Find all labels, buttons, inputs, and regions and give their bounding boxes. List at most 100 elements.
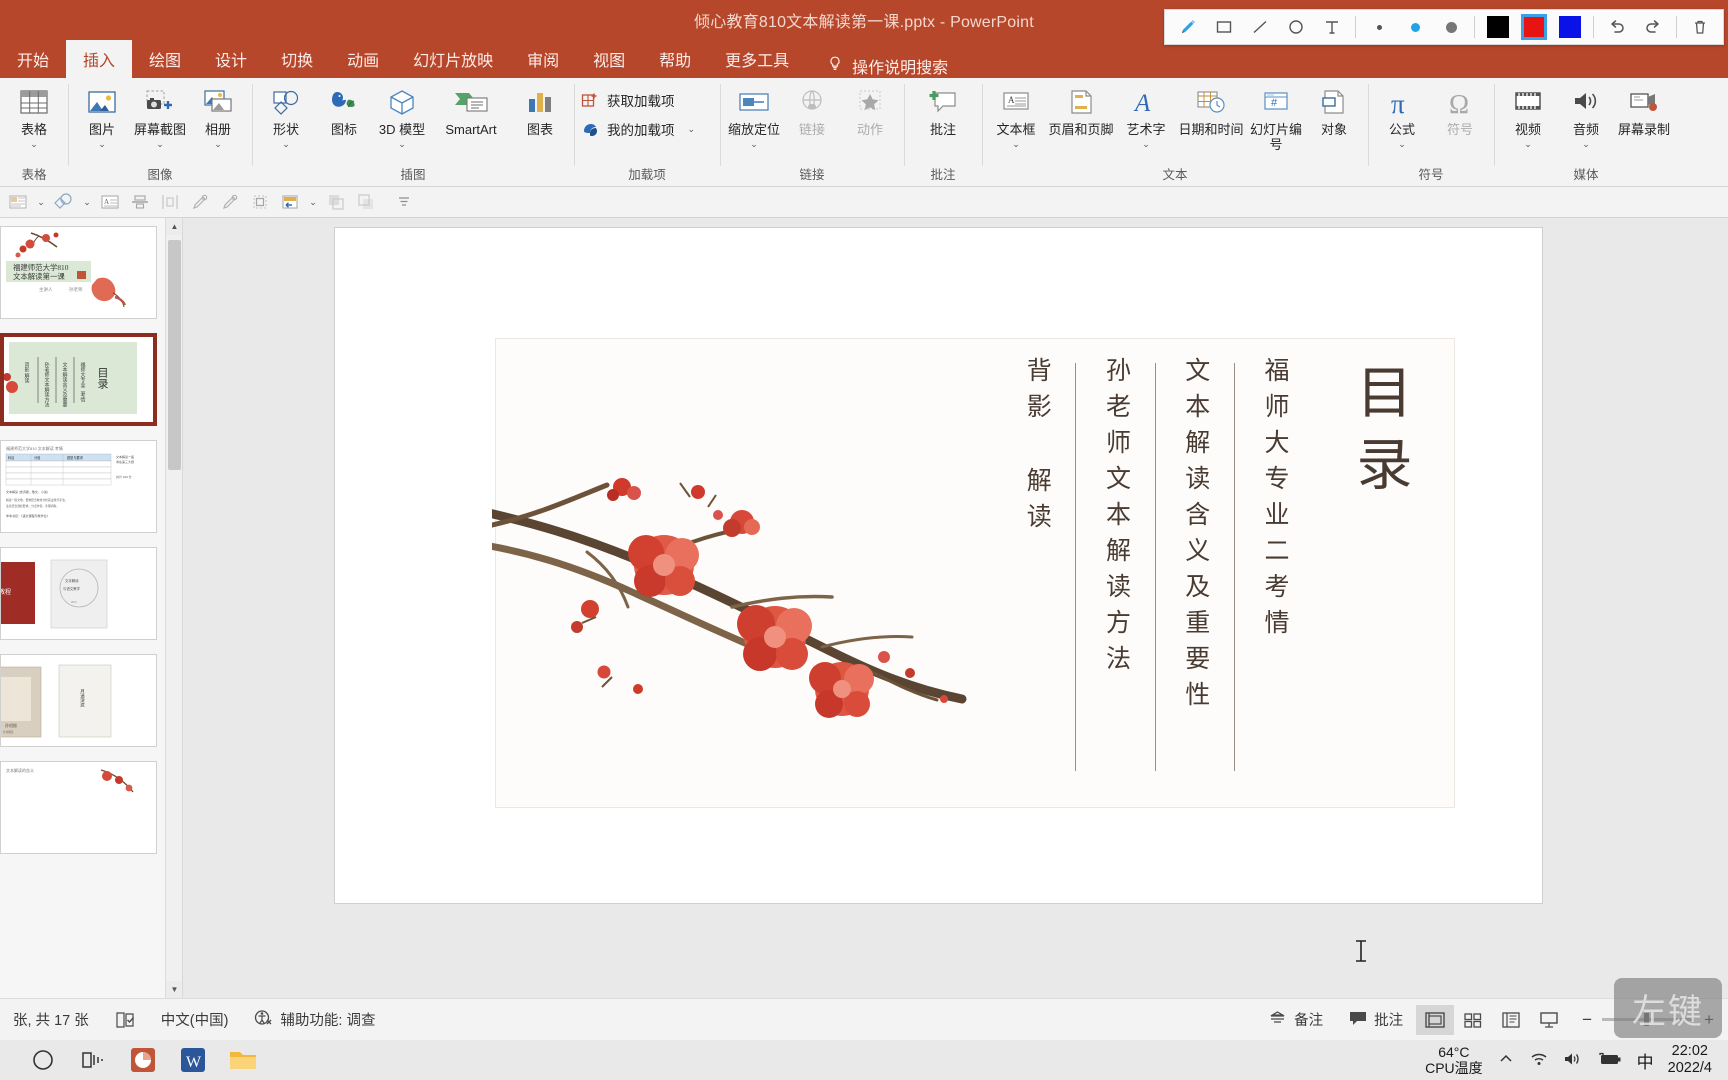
photo-album-button[interactable]: 相册 ⌄ — [190, 83, 246, 149]
tab-shitu[interactable]: 视图 — [576, 40, 642, 78]
tab-more-tools[interactable]: 更多工具 — [708, 40, 806, 78]
tab-slideshow[interactable]: 幻灯片放映 — [396, 40, 510, 78]
chevron-down-icon[interactable]: ⌄ — [1012, 140, 1020, 149]
more-commands-icon[interactable] — [390, 189, 418, 215]
chevron-down-icon[interactable]: ⌄ — [98, 140, 106, 149]
insert-table-button[interactable]: 表格 ⌄ — [6, 83, 62, 149]
ime-indicator[interactable]: 中 — [1637, 1048, 1654, 1073]
distribute-icon[interactable] — [156, 189, 184, 215]
insert-icons-button[interactable]: 图标 — [316, 83, 372, 137]
chevron-down-icon[interactable]: ⌄ — [214, 140, 222, 149]
screenshot-button[interactable]: 屏幕截图 ⌄ — [132, 83, 188, 149]
header-footer-button[interactable]: 页眉和页脚 — [1046, 83, 1116, 137]
chevron-down-icon[interactable]: ⌄ — [34, 189, 48, 215]
color-swatch-red[interactable] — [1517, 12, 1551, 42]
insert-object-button[interactable]: 对象 — [1306, 83, 1362, 137]
stroke-size-medium[interactable] — [1398, 12, 1432, 42]
replace-icon[interactable] — [276, 189, 304, 215]
toc-column-2[interactable]: 文本解读含义及重要性 — [1156, 357, 1234, 717]
text-icon[interactable] — [1315, 12, 1349, 42]
redo-icon[interactable] — [1636, 12, 1670, 42]
chevron-down-icon[interactable]: ⌄ — [398, 140, 406, 149]
text-format-icon[interactable]: A — [96, 189, 124, 215]
toc-column-4[interactable]: 背影 解读 — [997, 357, 1075, 539]
word-icon[interactable]: W — [170, 1041, 216, 1079]
ribbon-tabs[interactable]: 开始 插入 绘图 设计 切换 动画 幻灯片放映 审阅 视图 帮助 更多工具 操作… — [0, 40, 1728, 78]
insert-placeholder-icon[interactable] — [4, 189, 32, 215]
stroke-size-small[interactable] — [1362, 12, 1396, 42]
chevron-down-icon[interactable]: ⌄ — [750, 140, 758, 149]
send-back-icon[interactable] — [352, 189, 380, 215]
slide-number-button[interactable]: # 幻灯片编号 — [1248, 83, 1304, 152]
pen-icon[interactable] — [1171, 12, 1205, 42]
slide-thumbnail-4[interactable]: 论教程 文本解读 与语文教学 2015 — [0, 547, 170, 640]
thumbnail-scrollbar[interactable]: ▲ ▼ — [165, 218, 182, 998]
screen-recording-button[interactable]: 屏幕录制 — [1616, 83, 1672, 137]
slide-thumbnail-panel[interactable]: 福建师范大学810 文本解读第一课 主讲人 孙老师 目录 福师大专业二考情 文本… — [0, 218, 183, 998]
tab-huitu[interactable]: 绘图 — [132, 40, 198, 78]
scroll-up-arrow[interactable]: ▲ — [166, 218, 182, 235]
select-objects-icon[interactable] — [246, 189, 274, 215]
windows-taskbar[interactable]: W 64°C CPU温度 中 22:02 2022/4 — [0, 1040, 1728, 1080]
insert-audio-button[interactable]: 音频 ⌄ — [1558, 83, 1614, 149]
insert-link-button[interactable]: 链接 — [784, 83, 840, 137]
tab-shenyue[interactable]: 审阅 — [510, 40, 576, 78]
chevron-down-icon[interactable]: ⌄ — [306, 189, 320, 215]
chevron-down-icon[interactable]: ⌄ — [282, 140, 290, 149]
accessibility-status[interactable]: 辅助功能: 调查 — [241, 1008, 388, 1031]
tab-qiehuan[interactable]: 切换 — [264, 40, 330, 78]
insert-chart-button[interactable]: 图表 — [512, 83, 568, 137]
chevron-down-icon[interactable]: ⌄ — [1142, 140, 1150, 149]
toc-column-1[interactable]: 福师大专业二考情 — [1235, 357, 1313, 645]
slide-thumbnail-1[interactable]: 福建师范大学810 文本解读第一课 主讲人 孙老师 — [0, 226, 170, 319]
slide-canvas-pane[interactable]: 背影 解读 孙老师文本解读方法 文本解读含义及重要性 福师大专业二考情 目录 — [183, 218, 1728, 998]
insert-smartart-button[interactable]: SmartArt — [432, 83, 510, 137]
view-slide-sorter-button[interactable] — [1454, 1005, 1492, 1035]
language-status[interactable]: 中文(中国) — [148, 1009, 242, 1030]
slide-thumbnail-6[interactable]: 文本解读的含义 — [0, 761, 170, 854]
insert-video-button[interactable]: 视频 ⌄ — [1500, 83, 1556, 149]
chevron-down-icon[interactable]: ⌄ — [688, 125, 696, 134]
insert-textbox-button[interactable]: A 文本框 ⌄ — [988, 83, 1044, 149]
eyedropper-alt-icon[interactable] — [216, 189, 244, 215]
current-slide[interactable]: 背影 解读 孙老师文本解读方法 文本解读含义及重要性 福师大专业二考情 目录 — [335, 228, 1542, 903]
zoom-locate-button[interactable]: 缩放定位 ⌄ — [726, 83, 782, 149]
insert-picture-button[interactable]: 图片 ⌄ — [74, 83, 130, 149]
wordart-button[interactable]: A 艺术字 ⌄ — [1118, 83, 1174, 149]
chevron-down-icon[interactable]: ⌄ — [1398, 140, 1406, 149]
taskbar-clock[interactable]: 22:02 2022/4 — [1668, 1043, 1712, 1077]
tell-me-search[interactable]: 操作说明搜索 — [806, 54, 948, 78]
tab-charu[interactable]: 插入 — [66, 40, 133, 78]
get-addins-button[interactable]: 获取加载项 — [580, 90, 699, 110]
zoom-out-button[interactable]: − — [1582, 1010, 1592, 1030]
ellipse-icon[interactable] — [1279, 12, 1313, 42]
color-swatch-blue[interactable] — [1553, 12, 1587, 42]
symbol-button[interactable]: Ω 符号 — [1432, 83, 1488, 137]
cortana-icon[interactable] — [20, 1041, 66, 1079]
tab-sheji[interactable]: 设计 — [198, 40, 264, 78]
color-swatch-black[interactable] — [1481, 12, 1515, 42]
insert-3d-model-button[interactable]: 3D 模型 ⌄ — [374, 83, 430, 149]
wifi-icon[interactable] — [1529, 1051, 1549, 1070]
notes-button[interactable]: 备注 — [1255, 1009, 1336, 1030]
powerpoint-icon[interactable] — [120, 1041, 166, 1079]
proofing-status-icon[interactable] — [102, 1011, 148, 1029]
toc-column-3[interactable]: 孙老师文本解读方法 — [1076, 357, 1154, 681]
line-icon[interactable] — [1243, 12, 1277, 42]
view-normal-button[interactable] — [1416, 1004, 1455, 1035]
date-time-button[interactable]: 日期和时间 — [1176, 83, 1246, 137]
align-center-icon[interactable] — [126, 189, 154, 215]
file-explorer-icon[interactable] — [220, 1041, 266, 1079]
slide-thumbnail-2[interactable]: 目录 福师大专业二考情 文本解读含义及重要 孙老师文本解读方法 背影 解读 — [0, 333, 170, 426]
scroll-down-arrow[interactable]: ▼ — [166, 981, 182, 998]
screen-annotation-toolbar[interactable] — [1164, 9, 1724, 45]
chevron-down-icon[interactable]: ⌄ — [80, 189, 94, 215]
bring-front-icon[interactable] — [322, 189, 350, 215]
eyedropper-icon[interactable] — [186, 189, 214, 215]
insert-shapes-button[interactable]: 形状 ⌄ — [258, 83, 314, 149]
view-slideshow-button[interactable] — [1530, 1005, 1568, 1035]
action-button[interactable]: 动作 — [842, 83, 898, 137]
stroke-size-large[interactable] — [1434, 12, 1468, 42]
chevron-down-icon[interactable]: ⌄ — [1582, 140, 1590, 149]
tab-kaishi[interactable]: 开始 — [0, 40, 66, 78]
